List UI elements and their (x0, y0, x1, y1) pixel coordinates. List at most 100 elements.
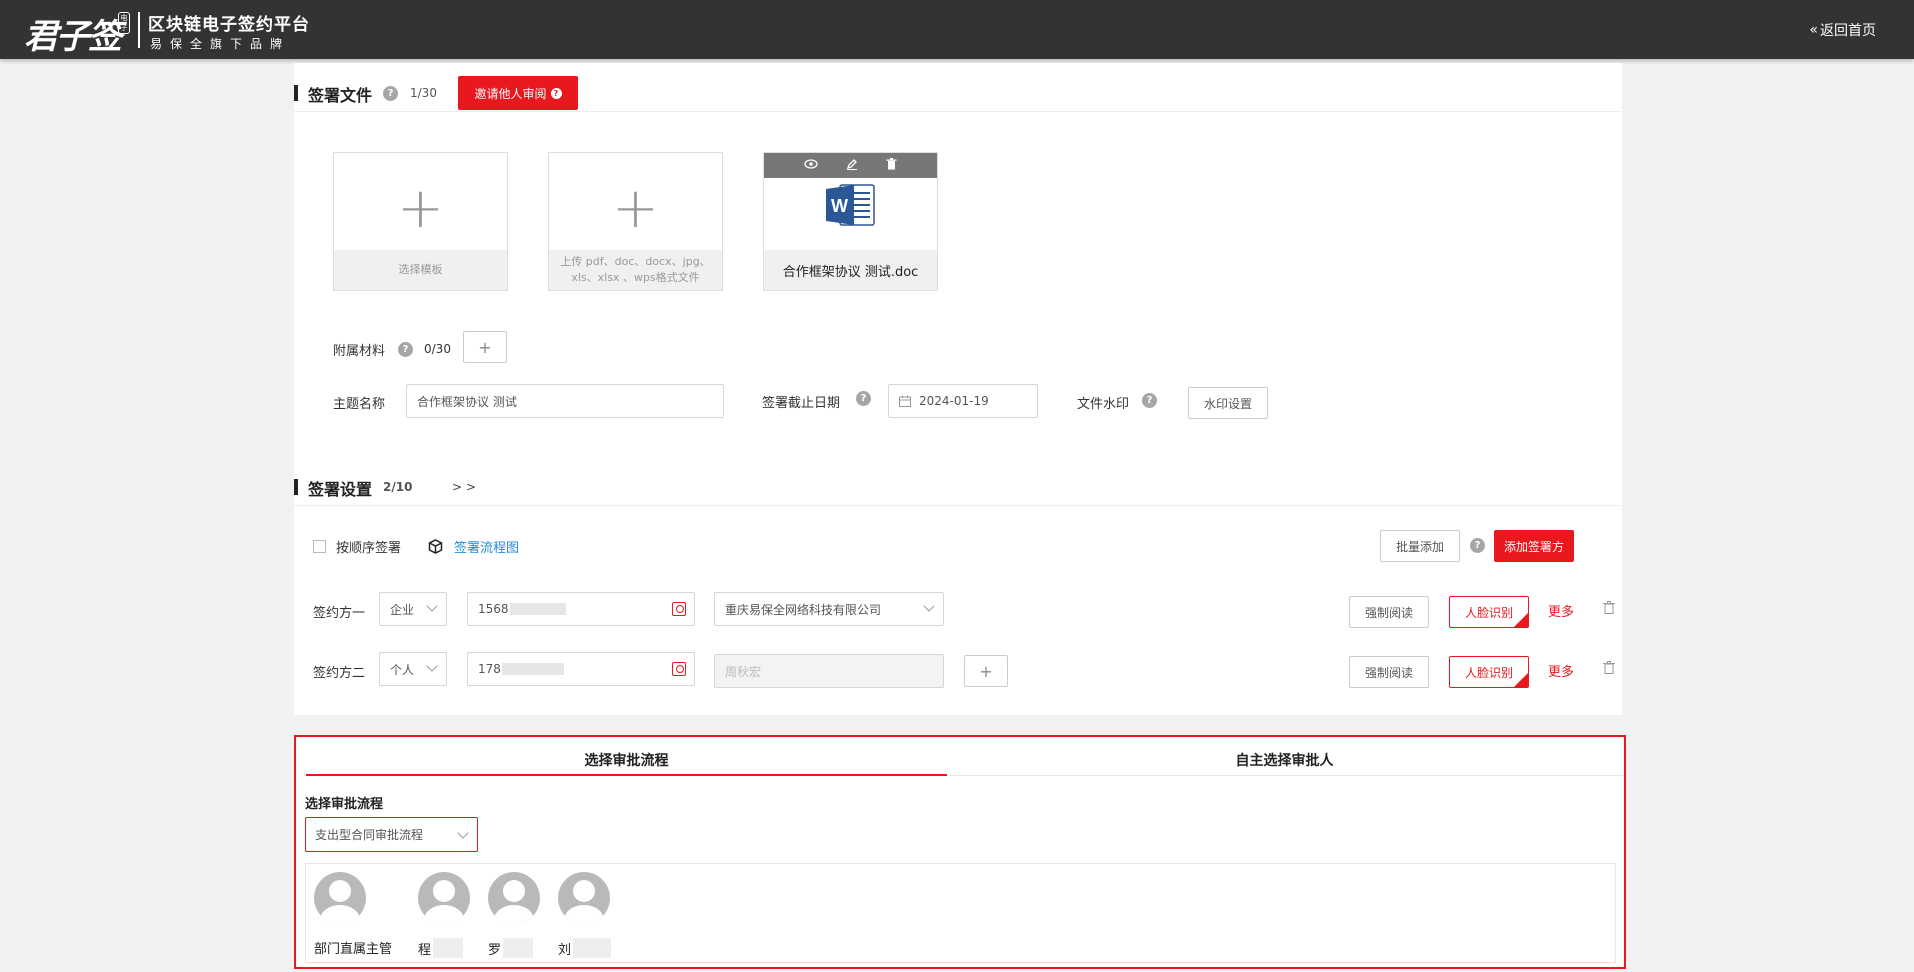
uploaded-file-tile[interactable]: W 合作框架协议 测试.doc (763, 152, 938, 291)
contact-book-icon[interactable] (672, 662, 686, 676)
edit-icon[interactable] (846, 158, 858, 174)
avatar (558, 872, 610, 924)
sequential-sign-checkbox[interactable] (313, 540, 326, 553)
add-attachment-button[interactable]: + (463, 331, 507, 363)
approver-name: 刘 (558, 942, 572, 958)
face-id-label: 人脸识别 (1464, 665, 1513, 680)
approval-flow-label: 选择审批流程 (305, 797, 384, 812)
approval-flow-select[interactable]: 支出型合同审批流程 (305, 817, 478, 852)
upload-file-hint: 上传 pdf、doc、docx、jpg、xls、xlsx 、wps格式文件 (549, 250, 722, 290)
signer-one-company: 重庆易保全网络科技有限公司 (725, 602, 882, 617)
selected-corner-mark (1514, 673, 1528, 687)
divider (294, 111, 1622, 112)
approver-item[interactable]: 罗 (488, 872, 540, 958)
help-icon: ? (550, 87, 562, 99)
masked-text (501, 663, 564, 675)
expand-toggle[interactable]: > > (452, 480, 476, 494)
avatar (488, 872, 540, 924)
help-icon[interactable]: ? (398, 342, 413, 357)
tab-select-approval-flow[interactable]: 选择审批流程 (306, 745, 947, 775)
cube-icon (428, 539, 443, 554)
signer-one-phone-input[interactable]: 1568 (467, 592, 695, 626)
double-chevron-left-icon: « (1809, 22, 1818, 38)
brand-seal: 电子 (118, 12, 130, 34)
plus-icon: + (612, 176, 659, 241)
back-home-link[interactable]: « 返回首页 (1809, 20, 1876, 40)
word-document-icon: W (826, 184, 875, 226)
sign-flow-chart-link[interactable]: 签署流程图 (454, 537, 519, 556)
approver-name-row: 刘 (558, 938, 612, 958)
eye-icon[interactable] (804, 158, 818, 173)
selected-corner-mark (1514, 613, 1528, 627)
invite-review-label: 邀请他人审阅 (474, 86, 547, 101)
brand-logo[interactable]: 君子签 (24, 9, 122, 58)
plus-icon: + (397, 176, 444, 241)
signer-one-type: 企业 (390, 602, 415, 617)
signer-one-company-select[interactable]: 重庆易保全网络科技有限公司 (714, 592, 944, 626)
face-id-button[interactable]: 人脸识别 (1449, 596, 1529, 628)
signer-one-phone: 1568 (478, 602, 509, 616)
batch-add-button[interactable]: 批量添加 (1380, 530, 1460, 562)
signer-one-type-select[interactable]: 企业 (379, 592, 447, 626)
active-tab-indicator (306, 774, 947, 776)
chevron-down-icon (426, 660, 438, 672)
force-read-button[interactable]: 强制阅读 (1349, 596, 1429, 628)
sign-settings-count: 2/10 (383, 480, 413, 494)
logo-divider (138, 12, 140, 48)
platform-subtitle: 易保全旗下品牌 (150, 37, 291, 51)
signer-two-label: 签约方二 (313, 666, 366, 681)
masked-text (573, 938, 612, 958)
tab-choose-approvers[interactable]: 自主选择审批人 (947, 745, 1622, 775)
select-template-tile[interactable]: + 选择模板 (333, 152, 508, 291)
divider (294, 505, 1622, 506)
help-icon[interactable]: ? (1470, 538, 1485, 553)
approver-item[interactable]: 刘 (558, 872, 612, 958)
approver-name: 罗 (488, 942, 502, 958)
signer-two-name-input: 周秋宏 (714, 654, 944, 688)
masked-text (503, 938, 534, 958)
delete-signer-icon[interactable] (1603, 661, 1615, 674)
signer-two-name: 周秋宏 (725, 664, 762, 679)
upload-file-tile[interactable]: + 上传 pdf、doc、docx、jpg、xls、xlsx 、wps格式文件 (548, 152, 723, 291)
masked-text (509, 603, 566, 615)
more-link[interactable]: 更多 (1548, 601, 1574, 620)
invite-review-button[interactable]: 邀请他人审阅 ? (458, 76, 578, 110)
sign-files-title: 签署文件 (308, 86, 373, 105)
file-name: 合作框架协议 测试.doc (764, 250, 937, 290)
signer-two-phone-input[interactable]: 178 (467, 652, 695, 686)
face-id-label: 人脸识别 (1464, 605, 1513, 620)
trash-icon[interactable] (886, 157, 897, 174)
signer-two-phone: 178 (478, 662, 501, 676)
force-read-button[interactable]: 强制阅读 (1349, 656, 1429, 688)
deadline-date-picker[interactable]: 2024-01-19 (888, 384, 1038, 418)
attachments-count: 0/30 (424, 342, 451, 356)
watermark-label: 文件水印 (1077, 397, 1130, 412)
approver-item[interactable]: 部门直属主管 (314, 872, 392, 957)
approver-item[interactable]: 程 (418, 872, 470, 958)
approver-name: 部门直属主管 (314, 942, 393, 957)
help-icon[interactable]: ? (856, 391, 871, 406)
add-signer-button[interactable]: 添加签署方 (1494, 530, 1574, 562)
subject-value: 合作框架协议 测试 (417, 394, 517, 409)
attachments-label: 附属材料 (333, 344, 386, 359)
masked-text (433, 938, 464, 958)
contact-book-icon[interactable] (672, 602, 686, 616)
delete-signer-icon[interactable] (1603, 601, 1615, 614)
help-icon[interactable]: ? (1142, 393, 1157, 408)
watermark-settings-button[interactable]: 水印设置 (1188, 387, 1268, 419)
chevron-down-icon (426, 600, 438, 612)
help-icon[interactable]: ? (383, 86, 398, 101)
signer-one-label: 签约方一 (313, 606, 366, 621)
signer-two-type-select[interactable]: 个人 (379, 652, 447, 686)
more-link[interactable]: 更多 (1548, 661, 1574, 680)
approver-name-row: 罗 (488, 938, 534, 958)
approver-list: 部门直属主管 程 罗 刘 (305, 863, 1616, 963)
approval-panel: 选择审批流程 自主选择审批人 选择审批流程 支出型合同审批流程 部门直属主管 程… (294, 735, 1626, 969)
section-marker (294, 85, 298, 101)
select-template-label: 选择模板 (334, 250, 507, 290)
add-signer-field-button[interactable]: + (964, 655, 1008, 687)
face-id-button[interactable]: 人脸识别 (1449, 656, 1529, 688)
sequential-sign-label: 按顺序签署 (336, 541, 402, 556)
back-home-label: 返回首页 (1820, 23, 1876, 39)
subject-input[interactable]: 合作框架协议 测试 (406, 384, 724, 418)
